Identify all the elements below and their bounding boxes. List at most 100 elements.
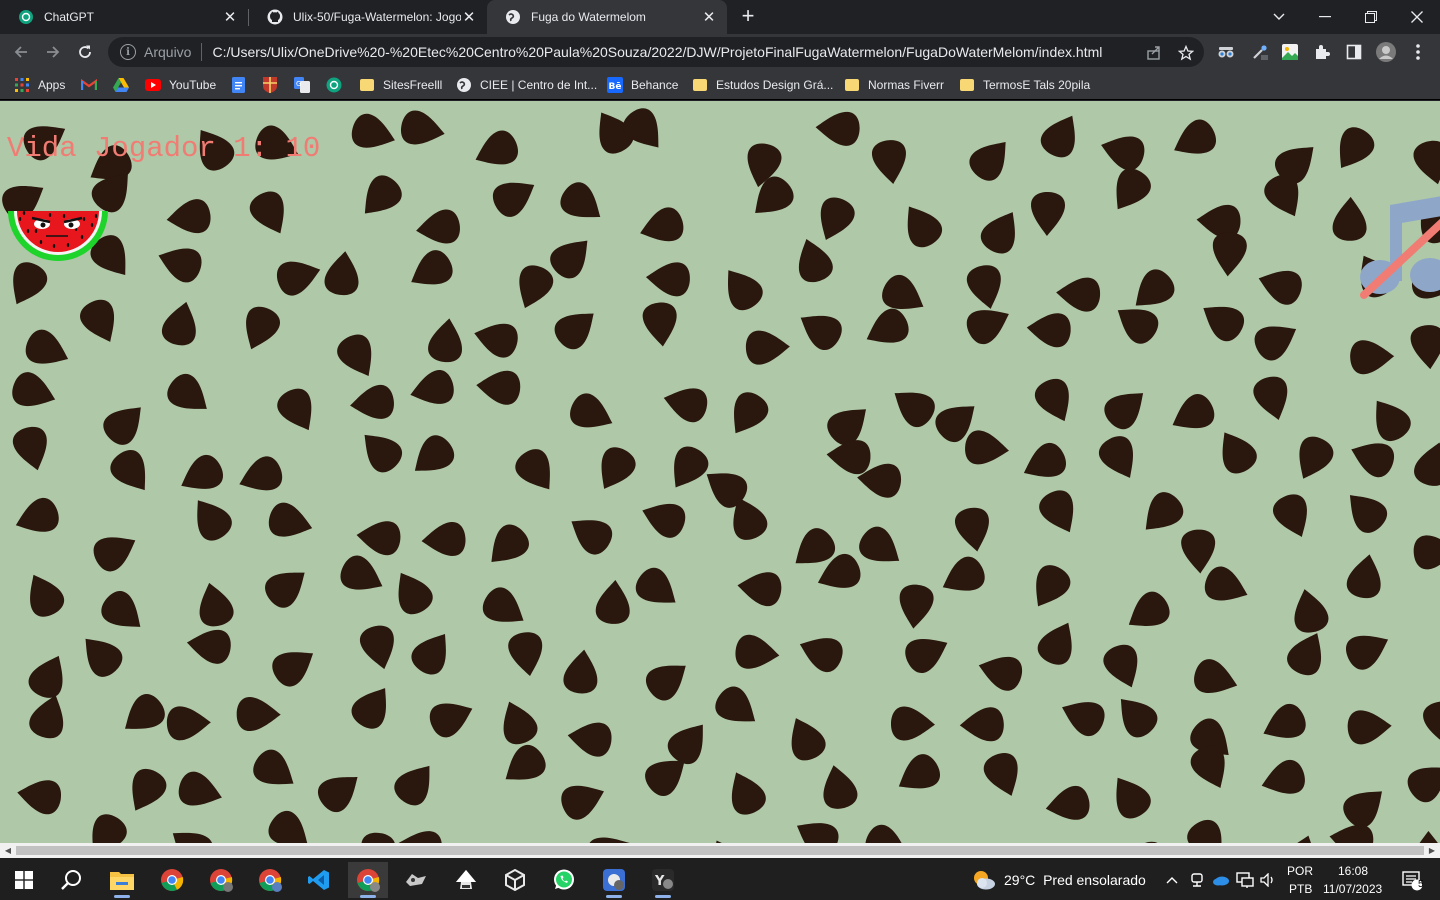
scroll-left-icon[interactable]: ◀ [3,846,13,855]
watermelon-seed [158,248,202,283]
tab-chatgpt[interactable]: ChatGPT ✕ [0,0,248,34]
bookmark-ciee[interactable]: CIEE | Centro de Int... [456,76,597,94]
search-icon[interactable] [52,862,92,898]
app-icon[interactable] [396,862,436,898]
watermelon-seed [891,706,935,741]
scrollbar-thumb[interactable] [16,846,1424,855]
network-icon[interactable] [1234,862,1256,898]
chevron-up-icon[interactable] [1160,862,1184,898]
watermelon-seed [560,182,601,218]
url-text[interactable]: C:/Users/Ulix/OneDrive%20-%20Etec%20Cent… [212,44,1102,60]
vscode-icon[interactable] [299,862,339,898]
watermelon-seed [1294,589,1329,633]
file-explorer-icon[interactable] [102,862,142,898]
watermelon-seed [1023,442,1067,477]
clock-time[interactable]: 16:08 [1338,864,1368,878]
language-indicator[interactable]: POR [1287,864,1313,878]
bookmark-behance[interactable]: Bē Behance [607,76,678,94]
close-tab-icon[interactable]: ✕ [461,9,477,26]
bookmark-docs[interactable] [230,76,254,94]
ciee-icon [456,77,472,93]
watermelon-player [8,211,108,261]
close-window-button[interactable] [1394,0,1440,34]
bookmark-apps[interactable]: Apps [14,76,65,94]
chrome-profile-icon[interactable] [201,862,241,898]
bookmark-folder-termos[interactable]: TermosE Tals 20pila [959,76,1090,94]
image-extension-icon[interactable] [1280,42,1300,62]
bookmark-folder-normas[interactable]: Normas Fiverr [844,76,944,94]
bookmark-drive[interactable] [113,76,137,94]
watermelon-seed [1346,554,1381,599]
scroll-right-icon[interactable]: ▶ [1427,846,1437,855]
watermelon-seed [364,434,403,473]
inkscape-icon[interactable] [446,862,486,898]
volume-icon[interactable] [1257,862,1279,898]
share-icon[interactable] [1145,44,1163,62]
bookmark-folder-sitesfreelll[interactable]: SitesFreelll [359,76,442,94]
address-bar[interactable]: i Arquivo C:/Users/Ulix/OneDrive%20-%20E… [108,37,1204,67]
close-tab-icon[interactable]: ✕ [701,9,717,26]
chrome-profile-icon[interactable] [250,862,290,898]
side-panel-icon[interactable] [1344,42,1364,62]
watermelon-seed [800,315,842,351]
back-icon[interactable] [7,38,35,66]
watermelon-seed [1172,394,1215,429]
watermelon-seed [866,308,909,343]
info-icon[interactable]: i [120,44,136,60]
watermelon-seed [337,334,372,377]
onedrive-icon[interactable] [1210,862,1232,898]
profile-avatar[interactable] [1376,42,1396,62]
watermelon-seed [1181,529,1216,574]
notification-icon[interactable]: 5 [1394,862,1430,898]
tab-fuga-do-watermelom[interactable]: Fuga do Watermelom ✕ [487,0,727,34]
watermelon-seed [166,706,211,741]
weather-icon[interactable] [966,862,1002,898]
chrome-active-icon[interactable] [348,862,388,898]
watermelon-seed [570,393,613,428]
menu-kebab-icon[interactable] [1408,42,1428,62]
music-off-icon[interactable] [1358,195,1440,305]
watermelon-seed [1261,759,1305,794]
watermelon-seed [587,837,630,843]
bookmark-youtube[interactable]: YouTube [145,76,216,94]
eyedropper-extension-icon[interactable] [1250,42,1270,62]
watermelon-seed [1116,777,1151,819]
bookmark-translate[interactable]: G [294,76,318,94]
watermelon-seed [734,392,769,434]
meet-now-icon[interactable] [1186,862,1208,898]
watermelon-seed [980,212,1015,254]
tab-search-icon[interactable] [1256,0,1302,34]
horizontal-scrollbar[interactable]: ◀ ▶ [0,843,1440,858]
bookmark-chatgpt[interactable] [326,76,350,94]
watermelon-seed [550,240,588,279]
whatsapp-icon[interactable] [544,862,584,898]
watermelon-seed [1263,703,1306,738]
minimize-button[interactable] [1302,0,1348,34]
app-icon[interactable]: Y [643,862,683,898]
bookmark-university[interactable] [262,76,286,94]
bookmark-star-icon[interactable] [1177,44,1195,62]
weather-widget[interactable]: 29°C Pred ensolarado [1004,872,1146,888]
extensions-puzzle-icon[interactable] [1312,42,1332,62]
close-tab-icon[interactable]: ✕ [222,9,238,26]
clock-date[interactable]: 11/07/2023 [1323,882,1382,896]
new-tab-button[interactable]: + [736,5,760,29]
bookmark-gmail[interactable] [81,76,105,94]
tab-github[interactable]: Ulix-50/Fuga-Watermelon: Jogo ✕ [249,0,487,34]
watermelon-seed [277,261,321,296]
restore-button[interactable] [1348,0,1394,34]
game-canvas[interactable]: Vida Jogador 1: 10 [0,101,1440,843]
incognito-extension-icon[interactable] [1216,42,1236,62]
watermelon-seed [571,520,613,555]
watermelon-seed [601,447,636,489]
unity-icon[interactable] [495,862,535,898]
windows-start-icon[interactable] [4,862,44,898]
forward-icon[interactable] [39,38,67,66]
watermelon-seed [1299,436,1334,479]
watermelon-seed [411,250,453,285]
bookmark-folder-estudos[interactable]: Estudos Design Grá... [692,76,833,94]
chrome-icon[interactable] [152,862,192,898]
reload-icon[interactable] [71,38,99,66]
chrome-profile-icon[interactable] [594,862,634,898]
keyboard-layout[interactable]: PTB [1289,882,1312,896]
